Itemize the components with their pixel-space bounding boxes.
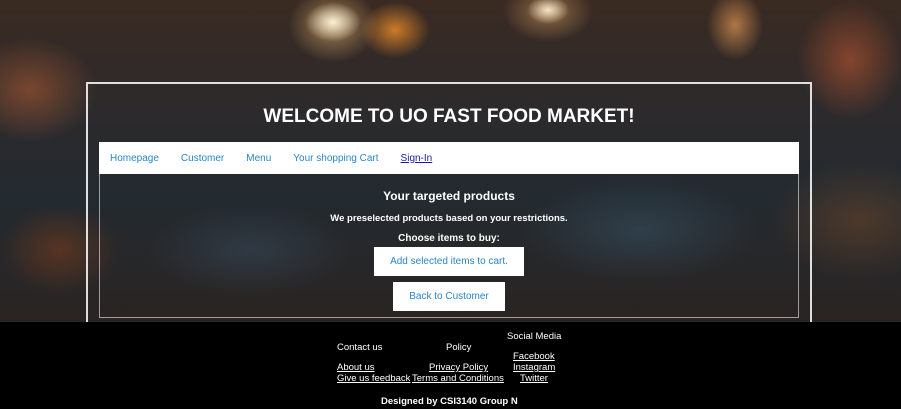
footer-credit: Designed by CSI3140 Group N (381, 396, 518, 407)
footer-twitter-link[interactable]: Twitter (520, 373, 548, 384)
back-to-customer-button[interactable]: Back to Customer (393, 282, 505, 311)
footer-instagram-link[interactable]: Instagram (513, 362, 555, 373)
nav-menu[interactable]: Menu (246, 153, 271, 164)
nav-shopping-cart[interactable]: Your shopping Cart (293, 153, 378, 164)
choose-items-label: Choose items to buy: (398, 233, 500, 244)
products-subtext: We preselected products based on your re… (330, 213, 568, 224)
footer-about-link[interactable]: About us (337, 362, 375, 373)
footer-social-heading: Social Media (507, 331, 562, 342)
nav-homepage[interactable]: Homepage (110, 153, 159, 164)
footer-feedback-link[interactable]: Give us feedback (337, 373, 410, 384)
navbar: Homepage Customer Menu Your shopping Car… (99, 142, 799, 174)
footer-policy-heading: Policy (446, 342, 472, 353)
footer-contact-heading: Contact us (337, 342, 383, 353)
footer-terms-link[interactable]: Terms and Conditions (412, 373, 504, 384)
page-title: WELCOME TO UO FAST FOOD MARKET! (263, 106, 635, 127)
footer: Contact us Policy Social Media About us … (0, 322, 901, 409)
products-heading: Your targeted products (383, 189, 515, 203)
footer-facebook-link[interactable]: Facebook (513, 351, 555, 362)
add-to-cart-button[interactable]: Add selected items to cart. (374, 247, 524, 276)
nav-customer[interactable]: Customer (181, 153, 224, 164)
nav-sign-in[interactable]: Sign-In (401, 153, 433, 164)
footer-privacy-link[interactable]: Privacy Policy (429, 362, 488, 373)
